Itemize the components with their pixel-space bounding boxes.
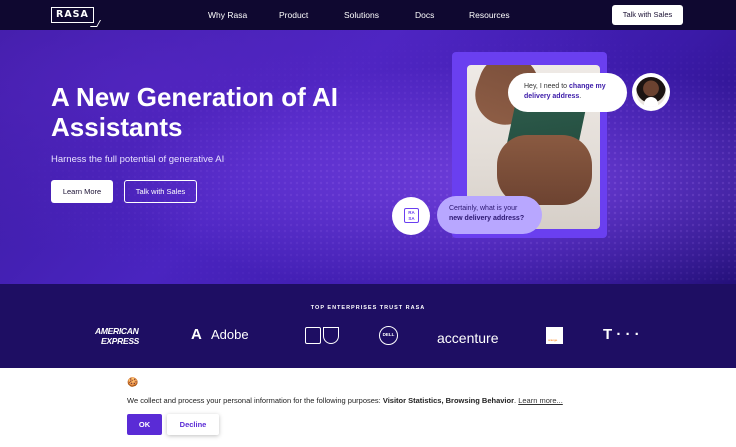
orange-wordmark: orange — [548, 338, 558, 342]
learn-more-button[interactable]: Learn More — [51, 180, 113, 203]
user-message-prefix: Hey, I need to — [524, 83, 568, 90]
cookie-text-suffix: . — [514, 396, 517, 405]
adobe-logo: A Adobe — [191, 326, 249, 344]
user-chat-bubble: Hey, I need to change my delivery addres… — [508, 73, 627, 112]
t-mobile-logo: T · · · — [603, 326, 640, 343]
trust-heading: TOP ENTERPRISES TRUST RASA — [310, 305, 426, 311]
cookie-consent-text: We collect and process your personal inf… — [127, 396, 563, 406]
talk-with-sales-nav-button[interactable]: Talk with Sales — [612, 5, 683, 25]
hero-title: A New Generation of AI Assistants — [51, 82, 338, 142]
user-avatar-photo — [636, 77, 666, 107]
amex-line-2: EXPRESS — [101, 336, 140, 346]
cookie-banner — [0, 368, 736, 447]
cookie-decline-button[interactable]: Decline — [167, 414, 219, 435]
blue-cross-blue-shield-logo — [305, 327, 339, 344]
hero-subtitle: Harness the full potential of generative… — [51, 154, 225, 165]
learn-more-link[interactable]: Learn more... — [518, 396, 563, 405]
adobe-wordmark: Adobe — [211, 327, 249, 342]
american-express-logo: AMERICAN EXPRESS — [95, 326, 139, 346]
adobe-mark-icon: A — [191, 326, 202, 343]
nav-product[interactable]: Product — [279, 10, 308, 21]
cookie-icon: 🍪 — [127, 377, 139, 387]
nav-solutions[interactable]: Solutions — [344, 10, 379, 21]
bot-message-prefix: Certainly, what is your — [449, 205, 518, 212]
amex-line-1: AMERICAN — [95, 326, 139, 336]
orange-logo: orange — [546, 327, 563, 344]
blue-shield-icon — [323, 327, 339, 344]
talk-with-sales-button[interactable]: Talk with Sales — [124, 180, 197, 203]
rasa-bot-icon: RA SA — [404, 208, 419, 223]
nav-resources[interactable]: Resources — [469, 10, 510, 21]
nav-why-rasa[interactable]: Why Rasa — [208, 10, 247, 21]
hand-shape — [497, 135, 592, 205]
bot-chat-bubble: Certainly, what is your new delivery add… — [437, 196, 542, 234]
cookie-purposes: Visitor Statistics, Browsing Behavior — [382, 396, 514, 405]
top-nav: RASA Why Rasa Product Solutions Docs Res… — [0, 0, 736, 30]
blue-cross-icon — [305, 327, 321, 344]
nav-docs[interactable]: Docs — [415, 10, 434, 21]
dell-logo: DELL — [379, 326, 398, 345]
user-message-suffix: . — [579, 93, 582, 100]
cookie-ok-button[interactable]: OK — [127, 414, 162, 435]
bot-message-bold: new delivery address? — [449, 215, 525, 222]
user-avatar — [632, 73, 670, 111]
rasa-logo[interactable]: RASA — [51, 7, 94, 23]
rasa-bot-avatar: RA SA — [392, 197, 430, 235]
cookie-text-prefix: We collect and process your personal inf… — [127, 396, 381, 405]
accenture-logo: accenture — [437, 330, 499, 346]
